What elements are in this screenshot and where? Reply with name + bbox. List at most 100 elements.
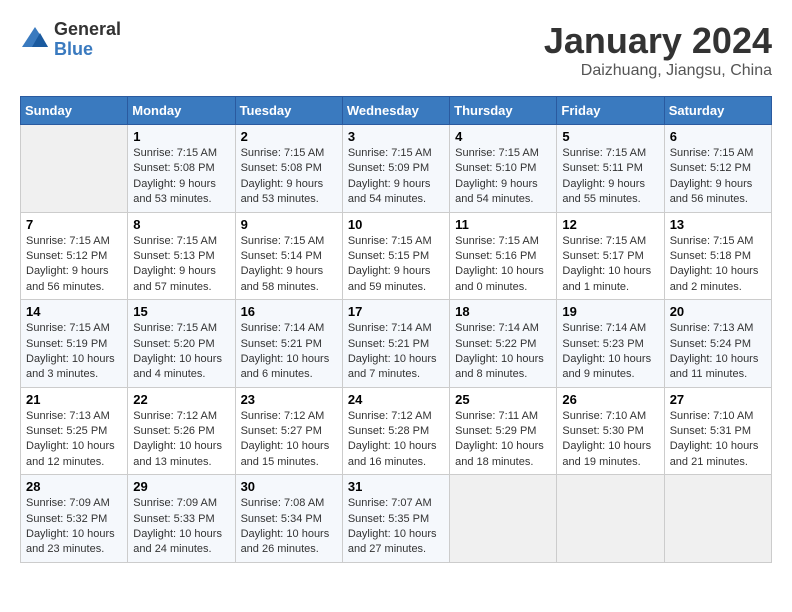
day-info: Sunrise: 7:14 AM Sunset: 5:21 PM Dayligh… — [348, 321, 444, 383]
calendar-table: Sunday Monday Tuesday Wednesday Thursday… — [20, 96, 772, 563]
sunset-text: Sunset: 5:12 PM — [670, 162, 751, 174]
day-info: Sunrise: 7:12 AM Sunset: 5:28 PM Dayligh… — [348, 409, 444, 471]
col-tuesday: Tuesday — [235, 97, 342, 125]
day-number: 30 — [241, 479, 337, 494]
daylight-text: Daylight: 10 hours and 18 minutes. — [455, 440, 544, 467]
day-info: Sunrise: 7:12 AM Sunset: 5:27 PM Dayligh… — [241, 409, 337, 471]
day-number: 11 — [455, 217, 551, 232]
day-info: Sunrise: 7:10 AM Sunset: 5:30 PM Dayligh… — [562, 409, 658, 471]
daylight-text: Daylight: 10 hours and 12 minutes. — [26, 440, 115, 467]
daylight-text: Daylight: 10 hours and 24 minutes. — [133, 528, 222, 555]
daylight-text: Daylight: 9 hours and 58 minutes. — [241, 265, 324, 292]
day-info: Sunrise: 7:15 AM Sunset: 5:15 PM Dayligh… — [348, 234, 444, 296]
day-info: Sunrise: 7:15 AM Sunset: 5:17 PM Dayligh… — [562, 234, 658, 296]
day-info: Sunrise: 7:15 AM Sunset: 5:08 PM Dayligh… — [241, 146, 337, 208]
day-cell: 1 Sunrise: 7:15 AM Sunset: 5:08 PM Dayli… — [128, 125, 235, 213]
day-cell: 3 Sunrise: 7:15 AM Sunset: 5:09 PM Dayli… — [342, 125, 449, 213]
sunrise-text: Sunrise: 7:09 AM — [26, 497, 110, 509]
col-friday: Friday — [557, 97, 664, 125]
sunset-text: Sunset: 5:15 PM — [348, 250, 429, 262]
sunrise-text: Sunrise: 7:15 AM — [133, 322, 217, 334]
logo: General Blue — [20, 20, 121, 60]
logo-general: General — [54, 19, 121, 39]
daylight-text: Daylight: 10 hours and 4 minutes. — [133, 353, 222, 380]
sunset-text: Sunset: 5:12 PM — [26, 250, 107, 262]
sunset-text: Sunset: 5:14 PM — [241, 250, 322, 262]
day-info: Sunrise: 7:15 AM Sunset: 5:13 PM Dayligh… — [133, 234, 229, 296]
logo-blue: Blue — [54, 39, 93, 59]
day-number: 7 — [26, 217, 122, 232]
page-header: General Blue January 2024 Daizhuang, Jia… — [20, 20, 772, 80]
day-info: Sunrise: 7:15 AM Sunset: 5:08 PM Dayligh… — [133, 146, 229, 208]
header-row: Sunday Monday Tuesday Wednesday Thursday… — [21, 97, 772, 125]
sunrise-text: Sunrise: 7:15 AM — [133, 147, 217, 159]
day-cell: 16 Sunrise: 7:14 AM Sunset: 5:21 PM Dayl… — [235, 300, 342, 388]
sunrise-text: Sunrise: 7:15 AM — [241, 235, 325, 247]
day-cell: 29 Sunrise: 7:09 AM Sunset: 5:33 PM Dayl… — [128, 475, 235, 563]
day-info: Sunrise: 7:15 AM Sunset: 5:12 PM Dayligh… — [670, 146, 766, 208]
day-info: Sunrise: 7:15 AM Sunset: 5:12 PM Dayligh… — [26, 234, 122, 296]
day-cell: 18 Sunrise: 7:14 AM Sunset: 5:22 PM Dayl… — [450, 300, 557, 388]
day-cell: 21 Sunrise: 7:13 AM Sunset: 5:25 PM Dayl… — [21, 387, 128, 475]
sunset-text: Sunset: 5:18 PM — [670, 250, 751, 262]
day-info: Sunrise: 7:13 AM Sunset: 5:25 PM Dayligh… — [26, 409, 122, 471]
sunset-text: Sunset: 5:31 PM — [670, 425, 751, 437]
daylight-text: Daylight: 9 hours and 59 minutes. — [348, 265, 431, 292]
daylight-text: Daylight: 10 hours and 21 minutes. — [670, 440, 759, 467]
daylight-text: Daylight: 10 hours and 27 minutes. — [348, 528, 437, 555]
daylight-text: Daylight: 10 hours and 2 minutes. — [670, 265, 759, 292]
day-info: Sunrise: 7:13 AM Sunset: 5:24 PM Dayligh… — [670, 321, 766, 383]
daylight-text: Daylight: 10 hours and 1 minute. — [562, 265, 651, 292]
day-cell: 24 Sunrise: 7:12 AM Sunset: 5:28 PM Dayl… — [342, 387, 449, 475]
sunset-text: Sunset: 5:16 PM — [455, 250, 536, 262]
day-info: Sunrise: 7:14 AM Sunset: 5:22 PM Dayligh… — [455, 321, 551, 383]
sunset-text: Sunset: 5:09 PM — [348, 162, 429, 174]
daylight-text: Daylight: 10 hours and 15 minutes. — [241, 440, 330, 467]
calendar-title: January 2024 — [544, 20, 772, 62]
col-monday: Monday — [128, 97, 235, 125]
daylight-text: Daylight: 10 hours and 26 minutes. — [241, 528, 330, 555]
day-cell: 23 Sunrise: 7:12 AM Sunset: 5:27 PM Dayl… — [235, 387, 342, 475]
day-number: 25 — [455, 392, 551, 407]
sunset-text: Sunset: 5:20 PM — [133, 338, 214, 350]
day-number: 20 — [670, 304, 766, 319]
sunrise-text: Sunrise: 7:12 AM — [133, 410, 217, 422]
day-info: Sunrise: 7:15 AM Sunset: 5:11 PM Dayligh… — [562, 146, 658, 208]
day-cell: 11 Sunrise: 7:15 AM Sunset: 5:16 PM Dayl… — [450, 212, 557, 300]
day-number: 17 — [348, 304, 444, 319]
sunrise-text: Sunrise: 7:07 AM — [348, 497, 432, 509]
day-number: 10 — [348, 217, 444, 232]
title-block: January 2024 Daizhuang, Jiangsu, China — [544, 20, 772, 80]
day-number: 1 — [133, 129, 229, 144]
day-info: Sunrise: 7:14 AM Sunset: 5:21 PM Dayligh… — [241, 321, 337, 383]
calendar-body: 1 Sunrise: 7:15 AM Sunset: 5:08 PM Dayli… — [21, 125, 772, 563]
sunset-text: Sunset: 5:25 PM — [26, 425, 107, 437]
sunset-text: Sunset: 5:35 PM — [348, 513, 429, 525]
day-cell: 17 Sunrise: 7:14 AM Sunset: 5:21 PM Dayl… — [342, 300, 449, 388]
day-info: Sunrise: 7:15 AM Sunset: 5:18 PM Dayligh… — [670, 234, 766, 296]
sunrise-text: Sunrise: 7:12 AM — [241, 410, 325, 422]
sunset-text: Sunset: 5:23 PM — [562, 338, 643, 350]
day-cell: 25 Sunrise: 7:11 AM Sunset: 5:29 PM Dayl… — [450, 387, 557, 475]
sunrise-text: Sunrise: 7:15 AM — [562, 235, 646, 247]
sunset-text: Sunset: 5:17 PM — [562, 250, 643, 262]
day-cell: 27 Sunrise: 7:10 AM Sunset: 5:31 PM Dayl… — [664, 387, 771, 475]
day-cell: 4 Sunrise: 7:15 AM Sunset: 5:10 PM Dayli… — [450, 125, 557, 213]
day-number: 2 — [241, 129, 337, 144]
day-info: Sunrise: 7:15 AM Sunset: 5:19 PM Dayligh… — [26, 321, 122, 383]
sunrise-text: Sunrise: 7:15 AM — [455, 147, 539, 159]
sunrise-text: Sunrise: 7:14 AM — [348, 322, 432, 334]
daylight-text: Daylight: 9 hours and 56 minutes. — [26, 265, 109, 292]
sunrise-text: Sunrise: 7:14 AM — [241, 322, 325, 334]
sunrise-text: Sunrise: 7:13 AM — [670, 322, 754, 334]
day-cell: 26 Sunrise: 7:10 AM Sunset: 5:30 PM Dayl… — [557, 387, 664, 475]
day-info: Sunrise: 7:15 AM Sunset: 5:09 PM Dayligh… — [348, 146, 444, 208]
sunset-text: Sunset: 5:26 PM — [133, 425, 214, 437]
day-cell: 2 Sunrise: 7:15 AM Sunset: 5:08 PM Dayli… — [235, 125, 342, 213]
sunset-text: Sunset: 5:13 PM — [133, 250, 214, 262]
sunrise-text: Sunrise: 7:15 AM — [562, 147, 646, 159]
day-cell: 15 Sunrise: 7:15 AM Sunset: 5:20 PM Dayl… — [128, 300, 235, 388]
calendar-location: Daizhuang, Jiangsu, China — [544, 62, 772, 80]
sunrise-text: Sunrise: 7:15 AM — [348, 147, 432, 159]
day-info: Sunrise: 7:14 AM Sunset: 5:23 PM Dayligh… — [562, 321, 658, 383]
